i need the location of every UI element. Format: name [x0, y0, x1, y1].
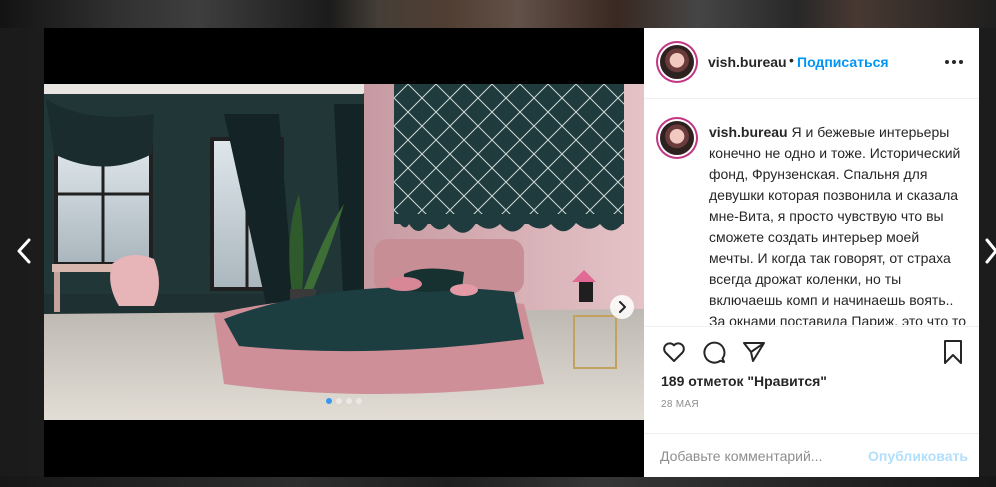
post-actions: 189 отметок "Нравится" 28 МАЯ Опубликова…: [644, 326, 979, 477]
image-next-button[interactable]: [610, 295, 634, 319]
caption: vish.bureau Я и бежевые интерьеры конечн…: [709, 122, 967, 325]
comment-icon: [703, 341, 726, 364]
likes-count[interactable]: 189 отметок "Нравится": [661, 373, 827, 389]
avatar[interactable]: [660, 45, 694, 79]
more-options-button[interactable]: [942, 50, 966, 74]
caption-section: vish.bureau Я и бежевые интерьеры конечн…: [644, 99, 979, 325]
comment-form: Опубликовать: [644, 433, 979, 478]
username-link[interactable]: vish.bureau: [708, 54, 787, 70]
chevron-right-icon: [619, 301, 626, 313]
carousel-indicator: [326, 398, 362, 404]
more-horizontal-icon: [945, 60, 963, 64]
post-media: [44, 28, 644, 477]
previous-post-button[interactable]: [10, 237, 38, 265]
like-button[interactable]: [661, 339, 687, 365]
carousel-dot: [356, 398, 362, 404]
publish-button[interactable]: Опубликовать: [868, 448, 968, 464]
carousel-dot: [346, 398, 352, 404]
chevron-right-icon: [985, 238, 996, 264]
bookmark-icon: [944, 340, 962, 364]
avatar[interactable]: [660, 121, 694, 155]
chevron-left-icon: [17, 238, 31, 264]
separator-dot: •: [789, 52, 794, 68]
carousel-dot: [336, 398, 342, 404]
post-date[interactable]: 28 МАЯ: [661, 399, 699, 410]
paper-plane-icon: [743, 342, 765, 362]
post-photo[interactable]: [44, 84, 644, 420]
comment-button[interactable]: [701, 339, 727, 365]
comment-input[interactable]: [660, 446, 850, 466]
next-post-button[interactable]: [982, 237, 996, 265]
carousel-dot: [326, 398, 332, 404]
save-button[interactable]: [940, 339, 966, 365]
caption-text: Я и бежевые интерьеры конечно не одно и …: [709, 124, 967, 325]
bedroom-interior-image: [44, 84, 644, 420]
heart-icon: [663, 342, 685, 362]
share-button[interactable]: [741, 339, 767, 365]
follow-button[interactable]: Подписаться: [797, 54, 889, 70]
post-side-panel: vish.bureau • Подписаться vish.bureau Я …: [644, 28, 979, 477]
caption-username[interactable]: vish.bureau: [709, 124, 788, 140]
post-header: vish.bureau • Подписаться: [644, 28, 979, 99]
